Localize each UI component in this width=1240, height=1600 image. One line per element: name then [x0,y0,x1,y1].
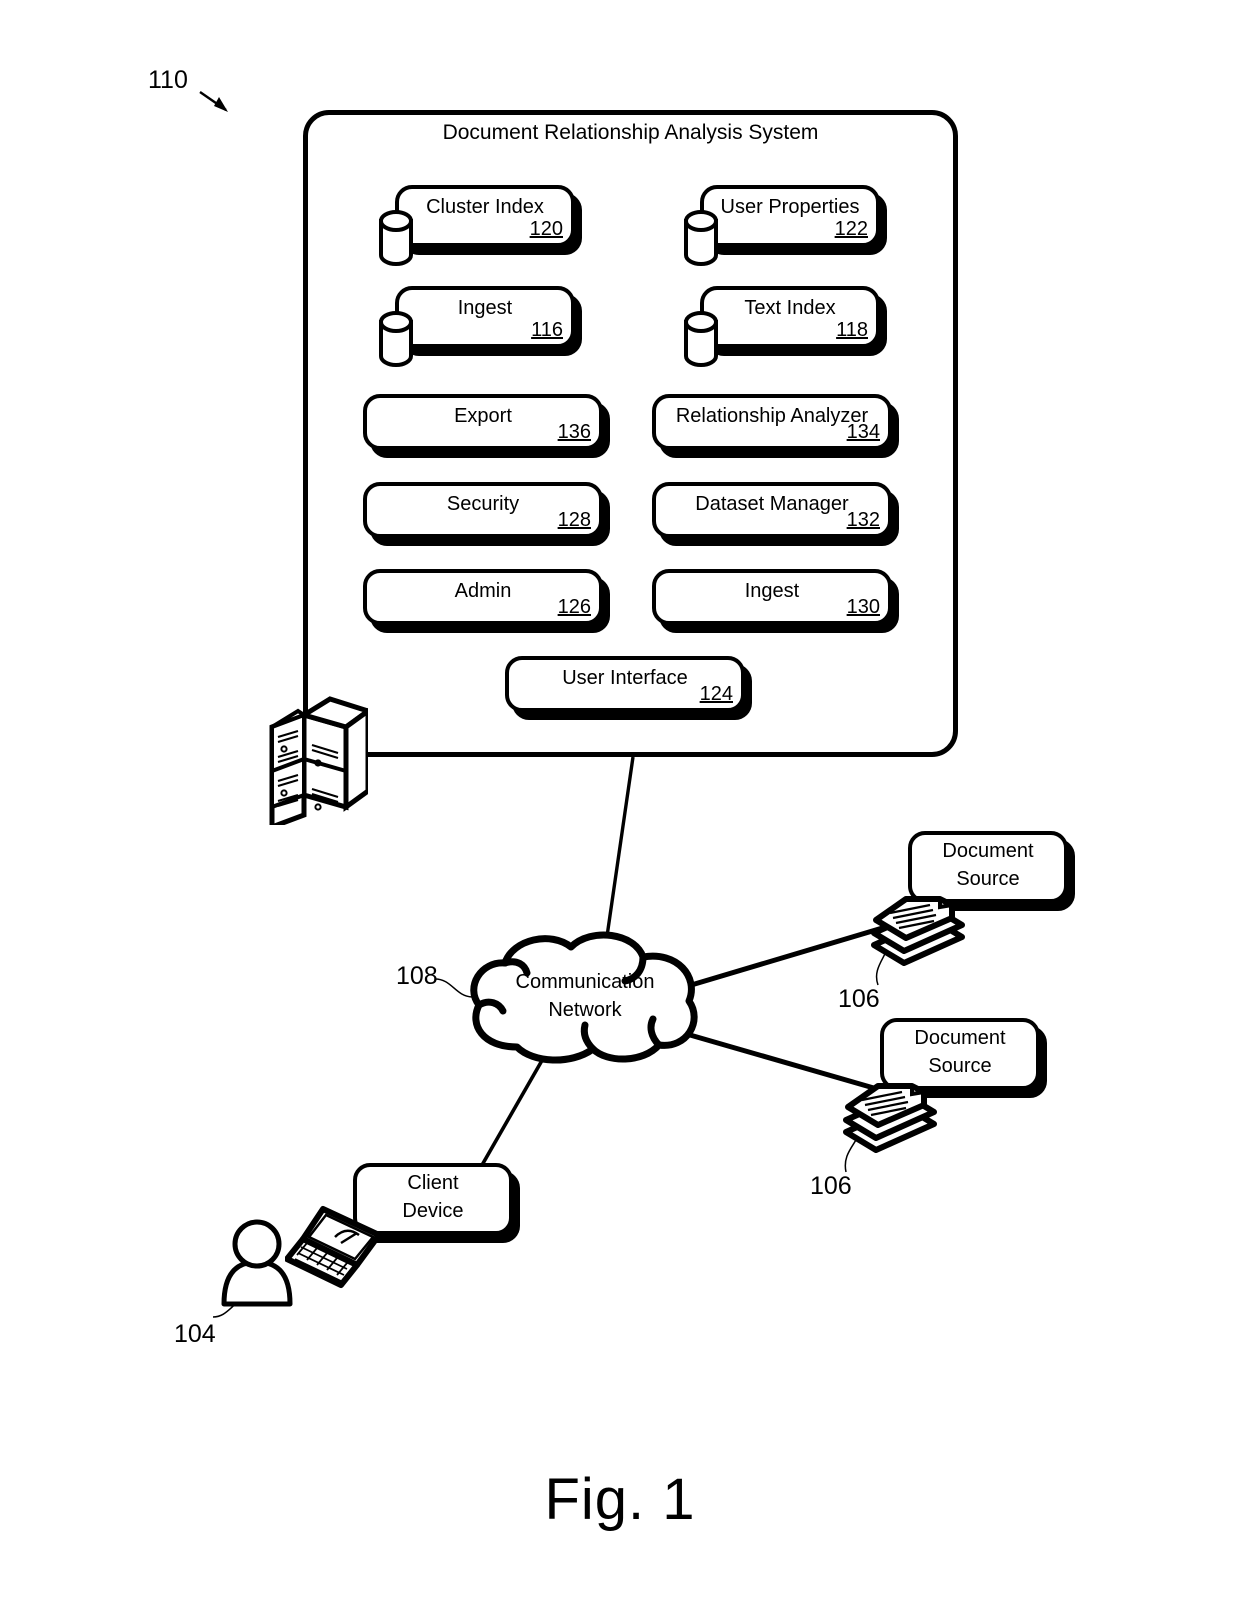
server-rack-icon [258,685,374,831]
module-export-number: 136 [557,421,591,443]
database-cylinder-icon [684,311,718,367]
module-ingest-number: 130 [846,596,880,618]
database-cylinder-icon [379,210,413,266]
datastore-ingest-number: 116 [531,319,563,341]
system-title: Document Relationship Analysis System [442,121,819,144]
communication-network-node[interactable]: Communication Network [455,925,715,1065]
datastore-cluster-index-number: 120 [529,218,563,240]
datastore-ingest[interactable]: Ingest 116 [379,286,575,367]
datastore-cluster-index[interactable]: Cluster Index 120 [379,185,575,266]
communication-network-label: Communication Network [455,968,715,1024]
document-stack-icon [834,1080,944,1155]
module-dataset-manager[interactable]: Dataset Manager 132 [652,482,892,538]
module-admin-number: 126 [557,596,591,618]
module-export[interactable]: Export 136 [363,394,603,450]
laptop-icon [284,1193,395,1293]
module-relationship-analyzer-number: 134 [846,421,880,443]
document-source-1-label-line1: Document [942,840,1034,862]
module-admin[interactable]: Admin 126 [363,569,603,625]
datastore-text-index-number: 118 [836,319,868,341]
ref-numeral-110: 110 [148,66,188,94]
database-cylinder-icon [379,311,413,367]
database-cylinder-icon [684,210,718,266]
module-security[interactable]: Security 128 [363,482,603,538]
module-dataset-manager-number: 132 [846,509,880,531]
document-source-1-label-line2: Source [956,868,1020,890]
document-source-2-label-line1: Document [914,1027,1006,1049]
datastore-user-properties-number: 122 [834,218,868,240]
ref-numeral-106-upper: 106 [838,985,880,1013]
document-source-2-label-line2: Source [928,1055,992,1077]
module-security-number: 128 [557,509,591,531]
module-user-interface-number: 124 [699,683,733,705]
figure-caption: Fig. 1 [544,1467,696,1532]
patent-figure-1: 110 Document Relationship Analysis Syste… [0,0,1240,1600]
module-ingest[interactable]: Ingest 130 [652,569,892,625]
communication-network-label-line2: Network [548,999,622,1021]
module-relationship-analyzer[interactable]: Relationship Analyzer 134 [652,394,892,450]
document-stack-icon [862,893,972,968]
communication-network-label-line1: Communication [515,971,655,993]
ref-numeral-108: 108 [396,962,438,990]
datastore-text-index[interactable]: Text Index 118 [684,286,880,367]
ref-numeral-104: 104 [174,1320,216,1348]
ref-110-leader [199,91,228,112]
person-icon [216,1218,298,1310]
module-user-interface[interactable]: User Interface 124 [505,656,745,712]
ref-numeral-106-lower: 106 [810,1172,852,1200]
datastore-user-properties[interactable]: User Properties 122 [684,185,880,266]
